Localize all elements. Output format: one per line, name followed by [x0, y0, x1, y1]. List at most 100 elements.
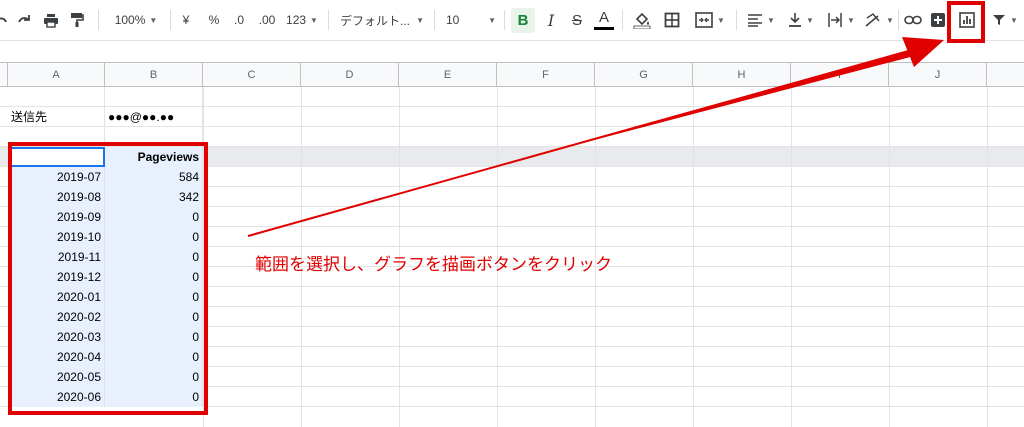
- chevron-down-icon: ▼: [767, 15, 775, 25]
- column-header-g[interactable]: G: [595, 63, 693, 87]
- undo-icon[interactable]: [0, 0, 10, 40]
- active-cell[interactable]: [8, 147, 105, 167]
- pageviews-cell[interactable]: 0: [105, 387, 203, 407]
- zoom-select[interactable]: 100% ▼: [106, 0, 166, 40]
- decrease-decimal-button[interactable]: .0: [228, 0, 250, 40]
- print-icon[interactable]: [40, 0, 62, 40]
- text-rotation-icon[interactable]: ▼: [860, 0, 898, 40]
- pageviews-cell[interactable]: 0: [105, 227, 203, 247]
- table-row: 2020-03 0: [0, 327, 1024, 347]
- italic-button[interactable]: I: [540, 0, 562, 40]
- pageviews-cell[interactable]: 0: [105, 287, 203, 307]
- currency-button[interactable]: ¥: [176, 0, 196, 40]
- decrease-decimal-label: .0: [233, 13, 244, 27]
- chevron-down-icon: ▼: [488, 15, 496, 25]
- percent-button[interactable]: %: [204, 0, 224, 40]
- chevron-down-icon: ▼: [149, 15, 158, 25]
- send-to-label[interactable]: 送信先: [8, 107, 105, 127]
- currency-label: ¥: [182, 13, 190, 27]
- pageviews-cell[interactable]: 342: [105, 187, 203, 207]
- column-header-i[interactable]: I: [791, 63, 889, 87]
- table-row: 2020-06 0: [0, 387, 1024, 407]
- cell[interactable]: [8, 87, 105, 107]
- table-row: [0, 407, 1024, 427]
- increase-decimal-label: .00: [258, 13, 276, 27]
- pageviews-cell[interactable]: 0: [105, 367, 203, 387]
- month-cell[interactable]: 2020-01: [8, 287, 105, 307]
- align-horizontal-icon[interactable]: ▼: [742, 0, 780, 40]
- percent-label: %: [208, 13, 220, 27]
- month-cell[interactable]: 2020-05: [8, 367, 105, 387]
- column-header-a[interactable]: A: [8, 63, 105, 87]
- pageviews-cell[interactable]: 0: [105, 207, 203, 227]
- pageviews-cell[interactable]: 0: [105, 327, 203, 347]
- merge-cells-icon[interactable]: ▼: [690, 0, 730, 40]
- number-format-select[interactable]: 123 ▼: [282, 0, 322, 40]
- instruction-annotation: 範囲を選択し、グラフを描画ボタンをクリック: [255, 255, 612, 275]
- select-all-corner[interactable]: [0, 63, 8, 87]
- borders-icon[interactable]: [660, 0, 684, 40]
- table-row: [0, 87, 1024, 107]
- font-size-select[interactable]: 10 ▼: [442, 0, 500, 40]
- month-cell[interactable]: 2019-12: [8, 267, 105, 287]
- paint-format-icon[interactable]: [66, 0, 88, 40]
- column-header-j[interactable]: J: [889, 63, 987, 87]
- month-cell[interactable]: 2019-09: [8, 207, 105, 227]
- pageviews-cell[interactable]: 0: [105, 267, 203, 287]
- toolbar: 100% ▼ ¥ % .0 .00 123 ▼ デフォルト... ▼ 10 ▼ B I …: [0, 0, 1024, 40]
- text-color-swatch: [594, 27, 614, 30]
- font-family-select[interactable]: デフォルト... ▼: [336, 0, 428, 40]
- month-cell[interactable]: 2019-08: [8, 187, 105, 207]
- chevron-down-icon: ▼: [886, 15, 894, 25]
- chevron-down-icon: ▼: [1010, 15, 1018, 25]
- link-icon[interactable]: [902, 0, 924, 40]
- text-wrap-icon[interactable]: ▼: [822, 0, 860, 40]
- pageviews-header[interactable]: Pageviews: [105, 147, 203, 167]
- fill-color-icon[interactable]: [630, 0, 654, 40]
- formula-bar[interactable]: [0, 40, 1024, 63]
- column-header-b[interactable]: B: [105, 63, 203, 87]
- redo-icon[interactable]: [14, 0, 34, 40]
- font-family-label: デフォルト...: [340, 13, 411, 28]
- font-size-label: 10: [446, 13, 460, 27]
- text-color-label: A: [598, 9, 609, 26]
- table-row: 送信先 ●●●@●●.●●: [0, 107, 1024, 127]
- send-to-value[interactable]: ●●●@●●.●●: [105, 107, 203, 127]
- strikethrough-button[interactable]: S: [566, 0, 588, 40]
- month-cell[interactable]: 2020-03: [8, 327, 105, 347]
- insert-comment-icon[interactable]: [928, 0, 948, 40]
- table-header-row: Pageviews: [0, 147, 1024, 167]
- table-row: 2020-05 0: [0, 367, 1024, 387]
- month-cell[interactable]: 2020-06: [8, 387, 105, 407]
- column-header-e[interactable]: E: [399, 63, 497, 87]
- column-header-bar: A B C D E F G H I J: [0, 63, 1024, 87]
- pageviews-cell[interactable]: 0: [105, 247, 203, 267]
- month-cell[interactable]: 2019-11: [8, 247, 105, 267]
- column-header-f[interactable]: F: [497, 63, 595, 87]
- month-cell[interactable]: 2020-04: [8, 347, 105, 367]
- column-header-c[interactable]: C: [203, 63, 301, 87]
- bold-button[interactable]: B: [510, 0, 536, 40]
- filter-icon[interactable]: ▼: [986, 0, 1024, 40]
- insert-chart-icon[interactable]: [954, 0, 980, 40]
- chevron-down-icon: ▼: [847, 15, 855, 25]
- pageviews-cell[interactable]: 584: [105, 167, 203, 187]
- column-header-k[interactable]: [987, 63, 1024, 87]
- column-header-h[interactable]: H: [693, 63, 791, 87]
- increase-decimal-button[interactable]: .00: [254, 0, 280, 40]
- table-row: 2019-08 342: [0, 187, 1024, 207]
- text-color-button[interactable]: A: [592, 0, 616, 40]
- cell[interactable]: [8, 127, 105, 147]
- bold-label: B: [510, 7, 536, 33]
- month-cell[interactable]: 2019-07: [8, 167, 105, 187]
- month-cell[interactable]: 2020-02: [8, 307, 105, 327]
- column-header-d[interactable]: D: [301, 63, 399, 87]
- zoom-value: 100%: [114, 13, 146, 27]
- pageviews-cell[interactable]: 0: [105, 347, 203, 367]
- cell[interactable]: [105, 127, 203, 147]
- month-cell[interactable]: 2019-10: [8, 227, 105, 247]
- align-vertical-icon[interactable]: ▼: [782, 0, 820, 40]
- cell[interactable]: [105, 87, 203, 107]
- table-row: 2019-07 584: [0, 167, 1024, 187]
- pageviews-cell[interactable]: 0: [105, 307, 203, 327]
